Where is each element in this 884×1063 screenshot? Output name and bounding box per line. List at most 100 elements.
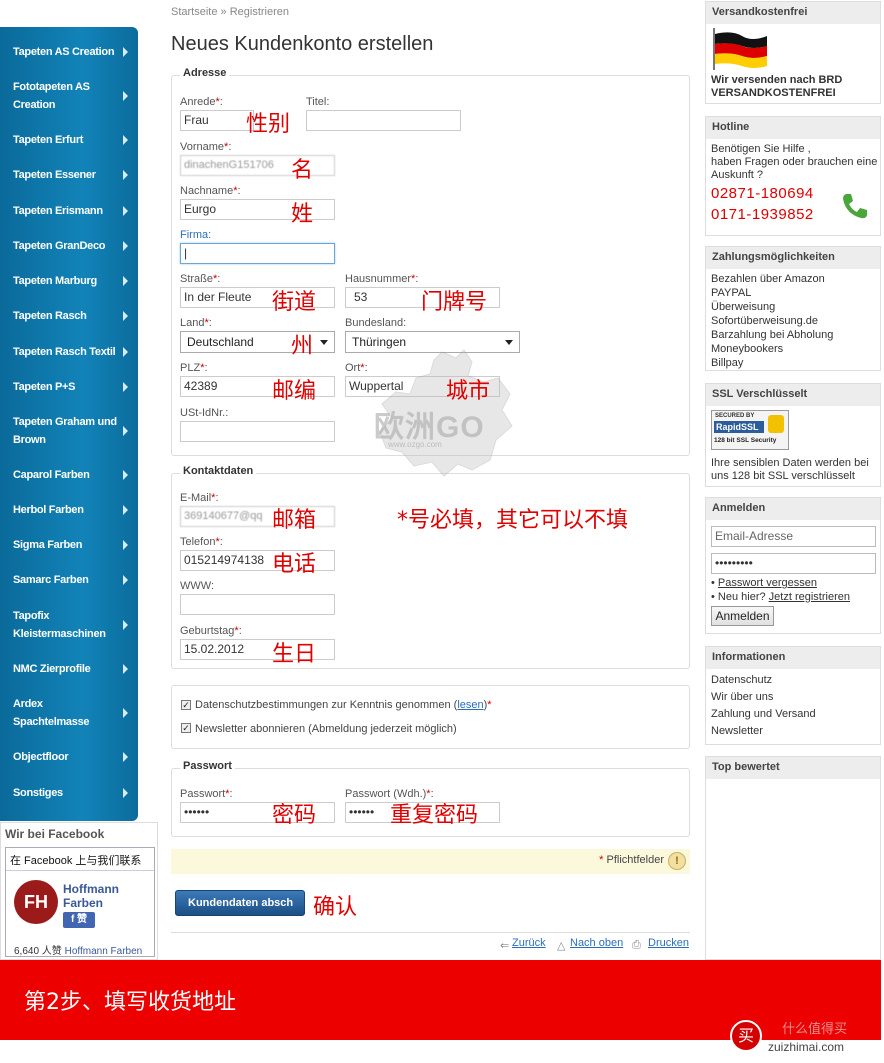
sidebar-item-as-creation[interactable]: Tapeten AS Creation bbox=[0, 43, 138, 61]
badge-secured-by: SECURED BY bbox=[715, 413, 755, 419]
smzdm-logo: 买 bbox=[730, 1020, 762, 1052]
shipping-title: Versandkostenfrei bbox=[706, 2, 880, 24]
hotline-title: Hotline bbox=[706, 117, 880, 139]
sidebar-item-graham-brown[interactable]: Tapeten Graham und Brown bbox=[0, 413, 138, 449]
arrow-right-icon bbox=[123, 575, 128, 585]
print-icon: ⎙ bbox=[632, 939, 641, 951]
top-rated-title: Top bewertet bbox=[706, 757, 880, 779]
facebook-page-name[interactable]: Hoffmann Farben bbox=[63, 882, 143, 910]
info-link-newsletter[interactable]: Newsletter bbox=[711, 725, 763, 738]
salutation-label: Anrede*: bbox=[180, 96, 223, 108]
privacy-read-link[interactable]: lesen bbox=[457, 699, 483, 711]
annotation-password-repeat: 重复密码 bbox=[390, 803, 479, 828]
sidebar-item-label: Caparol Farben bbox=[13, 469, 90, 481]
register-link[interactable]: Jetzt registrieren bbox=[769, 591, 850, 603]
sidebar-item-marburg[interactable]: Tapeten Marburg bbox=[0, 272, 138, 290]
company-field[interactable]: | bbox=[180, 243, 335, 264]
breadcrumb-home[interactable]: Startseite bbox=[171, 6, 217, 18]
sidebar-item-nmc[interactable]: NMC Zierprofile bbox=[0, 660, 138, 678]
password-legend: Passwort bbox=[180, 760, 235, 772]
sidebar-item-ps[interactable]: Tapeten P+S bbox=[0, 378, 138, 396]
zip-label: PLZ*: bbox=[180, 362, 208, 374]
breadcrumb-current: Registrieren bbox=[229, 6, 290, 18]
sidebar-item-erismann[interactable]: Tapeten Erismann bbox=[0, 202, 138, 220]
annotation-street: 街道 bbox=[272, 290, 317, 315]
annotation-gender: 性别 bbox=[246, 112, 291, 137]
sidebar-item-sonstiges[interactable]: Sonstiges bbox=[0, 784, 138, 802]
sidebar-item-ardex[interactable]: Ardex Spachtelmasse bbox=[0, 695, 138, 731]
sidebar-item-rasch[interactable]: Tapeten Rasch bbox=[0, 307, 138, 325]
info-link-about[interactable]: Wir über uns bbox=[711, 691, 773, 704]
annotation-email: 邮箱 bbox=[272, 508, 317, 533]
sidebar-item-label: Ardex Spachtelmasse bbox=[13, 698, 90, 728]
information-box: Informationen Datenschutz Wir über uns Z… bbox=[705, 646, 881, 745]
hotline-line-2: haben Fragen oder brauchen eine bbox=[711, 156, 878, 168]
new-here-text: • Neu hier? bbox=[711, 591, 769, 603]
required-mark: * bbox=[411, 273, 416, 285]
arrow-right-icon bbox=[123, 426, 128, 436]
top-rated-box: Top bewertet bbox=[705, 756, 881, 960]
sidebar-item-tapofix[interactable]: Tapofix Kleistermaschinen bbox=[0, 607, 138, 643]
privacy-consent-text: Datenschutzbestimmungen zur Kenntnis gen… bbox=[195, 699, 492, 711]
ssl-title: SSL Verschlüsselt bbox=[706, 384, 880, 406]
title-field[interactable] bbox=[306, 110, 461, 131]
sidebar-item-label: Objectfloor bbox=[13, 751, 69, 763]
facebook-like-button[interactable]: f 赞 bbox=[63, 912, 95, 928]
sidebar-item-label: Tapeten GranDeco bbox=[13, 240, 106, 252]
sidebar-item-essener[interactable]: Tapeten Essener bbox=[0, 166, 138, 184]
back-arrow-icon: ⇐ bbox=[500, 940, 510, 952]
label-text: Telefon bbox=[180, 536, 216, 548]
payment-item: Moneybookers bbox=[711, 343, 784, 355]
sidebar-item-caparol[interactable]: Caparol Farben bbox=[0, 466, 138, 484]
sidebar-item-herbol[interactable]: Herbol Farben bbox=[0, 501, 138, 519]
hotline-line-3: Auskunft ? bbox=[711, 169, 763, 181]
rapidssl-badge: SECURED BY RapidSSL 128 bit SSL Security bbox=[711, 410, 789, 450]
house-number-label: Hausnummer*: bbox=[345, 273, 419, 285]
website-field[interactable] bbox=[180, 594, 335, 615]
print-link[interactable]: Drucken bbox=[648, 937, 689, 949]
login-email-input[interactable]: Email-Adresse bbox=[711, 526, 876, 547]
arrow-right-icon bbox=[123, 47, 128, 57]
login-password-input[interactable]: ••••••••• bbox=[711, 553, 876, 574]
info-link-privacy[interactable]: Datenschutz bbox=[711, 674, 772, 687]
sidebar-item-objectfloor[interactable]: Objectfloor bbox=[0, 748, 138, 766]
selected-value: Thüringen bbox=[352, 335, 407, 349]
arrow-right-icon bbox=[123, 206, 128, 216]
newsletter-checkbox[interactable]: ✓ bbox=[181, 723, 191, 733]
back-link[interactable]: Zurück bbox=[512, 937, 546, 949]
submit-customer-data-button[interactable]: Kundendaten absch bbox=[175, 890, 305, 916]
info-link-payment-shipping[interactable]: Zahlung und Versand bbox=[711, 708, 816, 721]
payment-item: Überweisung bbox=[711, 301, 776, 313]
facebook-like-count: 6,640 人赞 Hoffmann Farben bbox=[14, 942, 142, 957]
arrow-right-icon bbox=[123, 170, 128, 180]
facebook-page-link[interactable]: Hoffmann Farben bbox=[65, 946, 143, 957]
sidebar-item-label: Tapeten Rasch bbox=[13, 310, 87, 322]
arrow-right-icon bbox=[123, 620, 128, 630]
arrow-right-icon bbox=[123, 505, 128, 515]
sidebar-item-label: Fototapeten AS Creation bbox=[13, 81, 90, 111]
register-row: • Neu hier? Jetzt registrieren bbox=[711, 591, 850, 604]
privacy-checkbox[interactable]: ✓ bbox=[181, 700, 191, 710]
arrow-right-icon bbox=[123, 788, 128, 798]
phone-icon bbox=[843, 194, 867, 219]
arrow-right-icon bbox=[123, 752, 128, 762]
sidebar-item-label: Tapofix Kleistermaschinen bbox=[13, 610, 106, 640]
sidebar-item-rasch-textil[interactable]: Tapeten Rasch Textil bbox=[0, 343, 138, 361]
sidebar-item-samarc[interactable]: Samarc Farben bbox=[0, 571, 138, 589]
arrow-right-icon bbox=[123, 470, 128, 480]
sidebar-item-sigma[interactable]: Sigma Farben bbox=[0, 536, 138, 554]
sidebar-item-erfurt[interactable]: Tapeten Erfurt bbox=[0, 131, 138, 149]
sidebar-item-fototapeten[interactable]: Fototapeten AS Creation bbox=[0, 78, 138, 114]
required-fields-label: Pflichtfelder bbox=[606, 854, 664, 866]
salutation-field[interactable]: Frau bbox=[180, 110, 254, 131]
forgot-password-link[interactable]: Passwort vergessen bbox=[718, 577, 817, 589]
sidebar-item-grandeco[interactable]: Tapeten GranDeco bbox=[0, 237, 138, 255]
sidebar-item-label: Tapeten Rasch Textil bbox=[13, 346, 116, 358]
arrow-right-icon bbox=[123, 540, 128, 550]
to-top-link[interactable]: Nach oben bbox=[570, 937, 623, 949]
vat-id-field[interactable] bbox=[180, 421, 335, 442]
payment-title: Zahlungsmöglichkeiten bbox=[706, 247, 880, 269]
required-mark: * bbox=[213, 273, 218, 285]
required-fields-note: * Pflichtfelder ! bbox=[171, 849, 690, 874]
login-button[interactable]: Anmelden bbox=[711, 606, 774, 626]
